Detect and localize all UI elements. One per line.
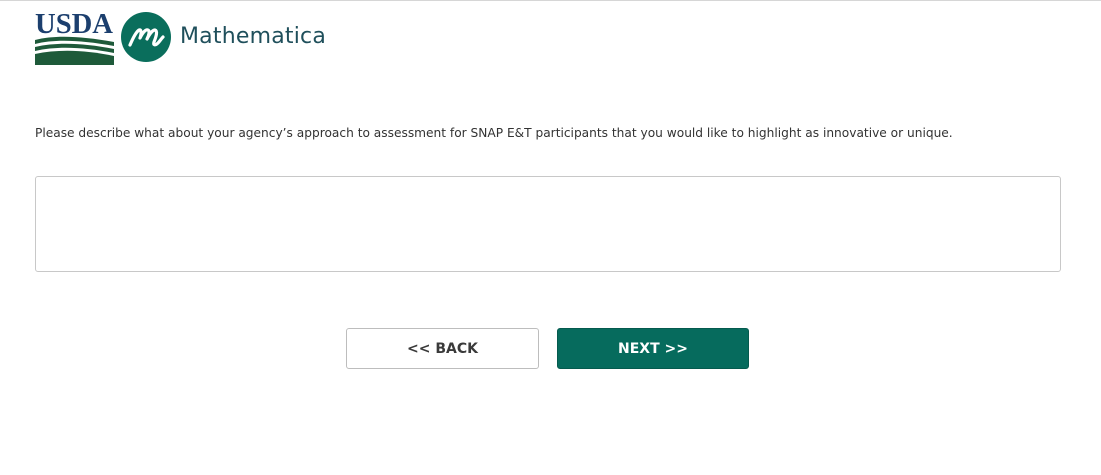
usda-logo-text: USDA <box>35 9 114 40</box>
usda-logo: USDA <box>35 9 114 65</box>
mathematica-m-icon <box>121 12 171 62</box>
back-button-label: << BACK <box>407 340 478 357</box>
answer-textarea[interactable] <box>35 176 1061 272</box>
next-button[interactable]: NEXT >> <box>557 328 749 369</box>
mathematica-logo: Mathematica <box>121 12 326 62</box>
next-button-label: NEXT >> <box>618 340 688 357</box>
survey-page: USDA Mathematica Please describe what ab… <box>0 0 1101 475</box>
mathematica-wordmark: Mathematica <box>180 24 326 49</box>
question-text: Please describe what about your agency’s… <box>35 126 953 140</box>
header: USDA Mathematica <box>35 9 326 65</box>
back-button[interactable]: << BACK <box>346 328 539 369</box>
